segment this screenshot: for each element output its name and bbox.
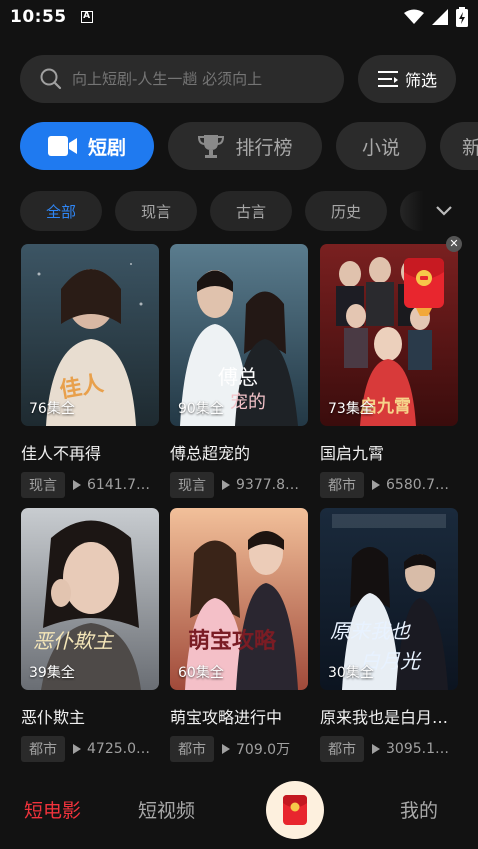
search-icon [40, 68, 62, 90]
drama-card[interactable]: 恶仆欺主 39集全 恶仆欺主 都市 4725.0… [21, 508, 159, 762]
episode-count: 76集全 [29, 401, 75, 417]
wifi-icon [404, 9, 424, 24]
genre-tag: 都市 [320, 472, 364, 498]
chevron-down-icon [436, 206, 452, 216]
drama-card[interactable]: 萌宝攻略 60集全 萌宝攻略进行中 都市 709.0万 [170, 508, 308, 762]
tab-label: 小说 [361, 136, 400, 159]
category-history[interactable]: 历史 [305, 191, 387, 231]
nav-short-video[interactable]: 短视频 [138, 796, 195, 823]
genre-tag: 现言 [21, 472, 65, 498]
tab-label: 短剧 [87, 136, 126, 159]
filter-icon [377, 71, 398, 87]
drama-poster[interactable]: 恶仆欺主 39集全 [21, 508, 159, 690]
play-count-icon [372, 480, 380, 490]
episode-count: 60集全 [178, 665, 224, 681]
play-count-icon [73, 480, 81, 490]
genre-tag: 都市 [21, 736, 65, 762]
category-expand-button[interactable] [400, 188, 478, 234]
accessibility-notification-icon: A [80, 11, 93, 23]
signal-icon [432, 9, 448, 25]
view-count: 6580.7… [386, 477, 449, 493]
view-count: 709.0万 [236, 742, 291, 758]
status-time: 10:55 [10, 7, 67, 27]
drama-title[interactable]: 恶仆欺主 [21, 704, 159, 728]
play-count-icon [222, 744, 230, 754]
drama-meta: 现言 9377.8… [170, 472, 308, 498]
genre-tag: 现言 [170, 472, 214, 498]
category-modern-romance[interactable]: 现言 [115, 191, 197, 231]
nav-short-movie[interactable]: 短电影 [24, 796, 81, 823]
drama-meta: 都市 4725.0… [21, 736, 159, 762]
view-count: 3095.1… [386, 741, 449, 757]
category-all[interactable]: 全部 [20, 191, 102, 231]
filter-label: 筛选 [404, 71, 437, 90]
nav-mine[interactable]: 我的 [400, 796, 438, 823]
drama-poster[interactable]: 傅总 宠的 90集全 [170, 244, 308, 426]
drama-meta: 都市 709.0万 [170, 736, 308, 762]
video-camera-icon [47, 136, 77, 156]
search-box[interactable] [20, 55, 344, 103]
drama-poster[interactable]: 佳人 76集全 [21, 244, 159, 426]
tab-ranking[interactable]: 排行榜 [168, 122, 322, 170]
status-bar: 10:55 A [0, 0, 478, 34]
svg-text:原来我也: 原来我也 [330, 619, 411, 643]
view-count: 9377.8… [236, 477, 299, 493]
filter-button[interactable]: 筛选 [358, 55, 456, 103]
tab-new[interactable]: 新 [440, 122, 478, 170]
drama-meta: 现言 6141.7… [21, 472, 159, 498]
nav-red-packet-button[interactable] [266, 781, 324, 839]
battery-icon [456, 7, 468, 27]
tab-label: 新 [462, 136, 478, 159]
drama-title[interactable]: 原来我也是白月… [320, 704, 458, 728]
red-packet-icon[interactable] [402, 256, 446, 318]
play-count-icon [73, 744, 81, 754]
drama-poster[interactable]: 萌宝攻略 60集全 [170, 508, 308, 690]
play-count-icon [372, 744, 380, 754]
episode-count: 30集全 [328, 665, 374, 681]
drama-meta: 都市 6580.7… [320, 472, 458, 498]
genre-tag: 都市 [320, 736, 364, 762]
red-packet-icon [283, 795, 307, 825]
episode-count: 90集全 [178, 401, 224, 417]
drama-card[interactable]: 原来我也 白月光 30集全 原来我也是白月… 都市 3095.1… [320, 508, 458, 762]
drama-title[interactable]: 萌宝攻略进行中 [170, 704, 308, 728]
svg-text:傅总: 傅总 [218, 365, 258, 389]
tab-label: 排行榜 [235, 136, 293, 159]
drama-poster[interactable]: 原来我也 白月光 30集全 [320, 508, 458, 690]
drama-title[interactable]: 国启九霄 [320, 440, 458, 464]
svg-text:宠的: 宠的 [230, 392, 266, 413]
episode-count: 39集全 [29, 665, 75, 681]
search-row: 筛选 [20, 55, 458, 103]
drama-card[interactable]: 傅总 宠的 90集全 傅总超宠的 现言 9377.8… [170, 244, 308, 498]
view-count: 4725.0… [87, 741, 150, 757]
svg-text:萌宝攻略: 萌宝攻略 [188, 628, 277, 654]
search-input[interactable] [72, 70, 332, 88]
play-count-icon [222, 480, 230, 490]
drama-card[interactable]: 佳人 76集全 佳人不再得 现言 6141.7… [21, 244, 159, 498]
main-tabs: 短剧 排行榜 小说 新 [20, 122, 478, 170]
genre-tag: 都市 [170, 736, 214, 762]
drama-title[interactable]: 傅总超宠的 [170, 440, 308, 464]
drama-meta: 都市 3095.1… [320, 736, 458, 762]
close-ad-button[interactable]: ✕ [446, 236, 462, 252]
drama-title[interactable]: 佳人不再得 [21, 440, 159, 464]
trophy-icon [198, 135, 225, 158]
svg-text:恶仆欺主: 恶仆欺主 [33, 629, 115, 653]
view-count: 6141.7… [87, 477, 150, 493]
episode-count: 73集全 [328, 401, 374, 417]
category-ancient-romance[interactable]: 古言 [210, 191, 292, 231]
tab-novel[interactable]: 小说 [336, 122, 426, 170]
tab-short-drama[interactable]: 短剧 [20, 122, 154, 170]
